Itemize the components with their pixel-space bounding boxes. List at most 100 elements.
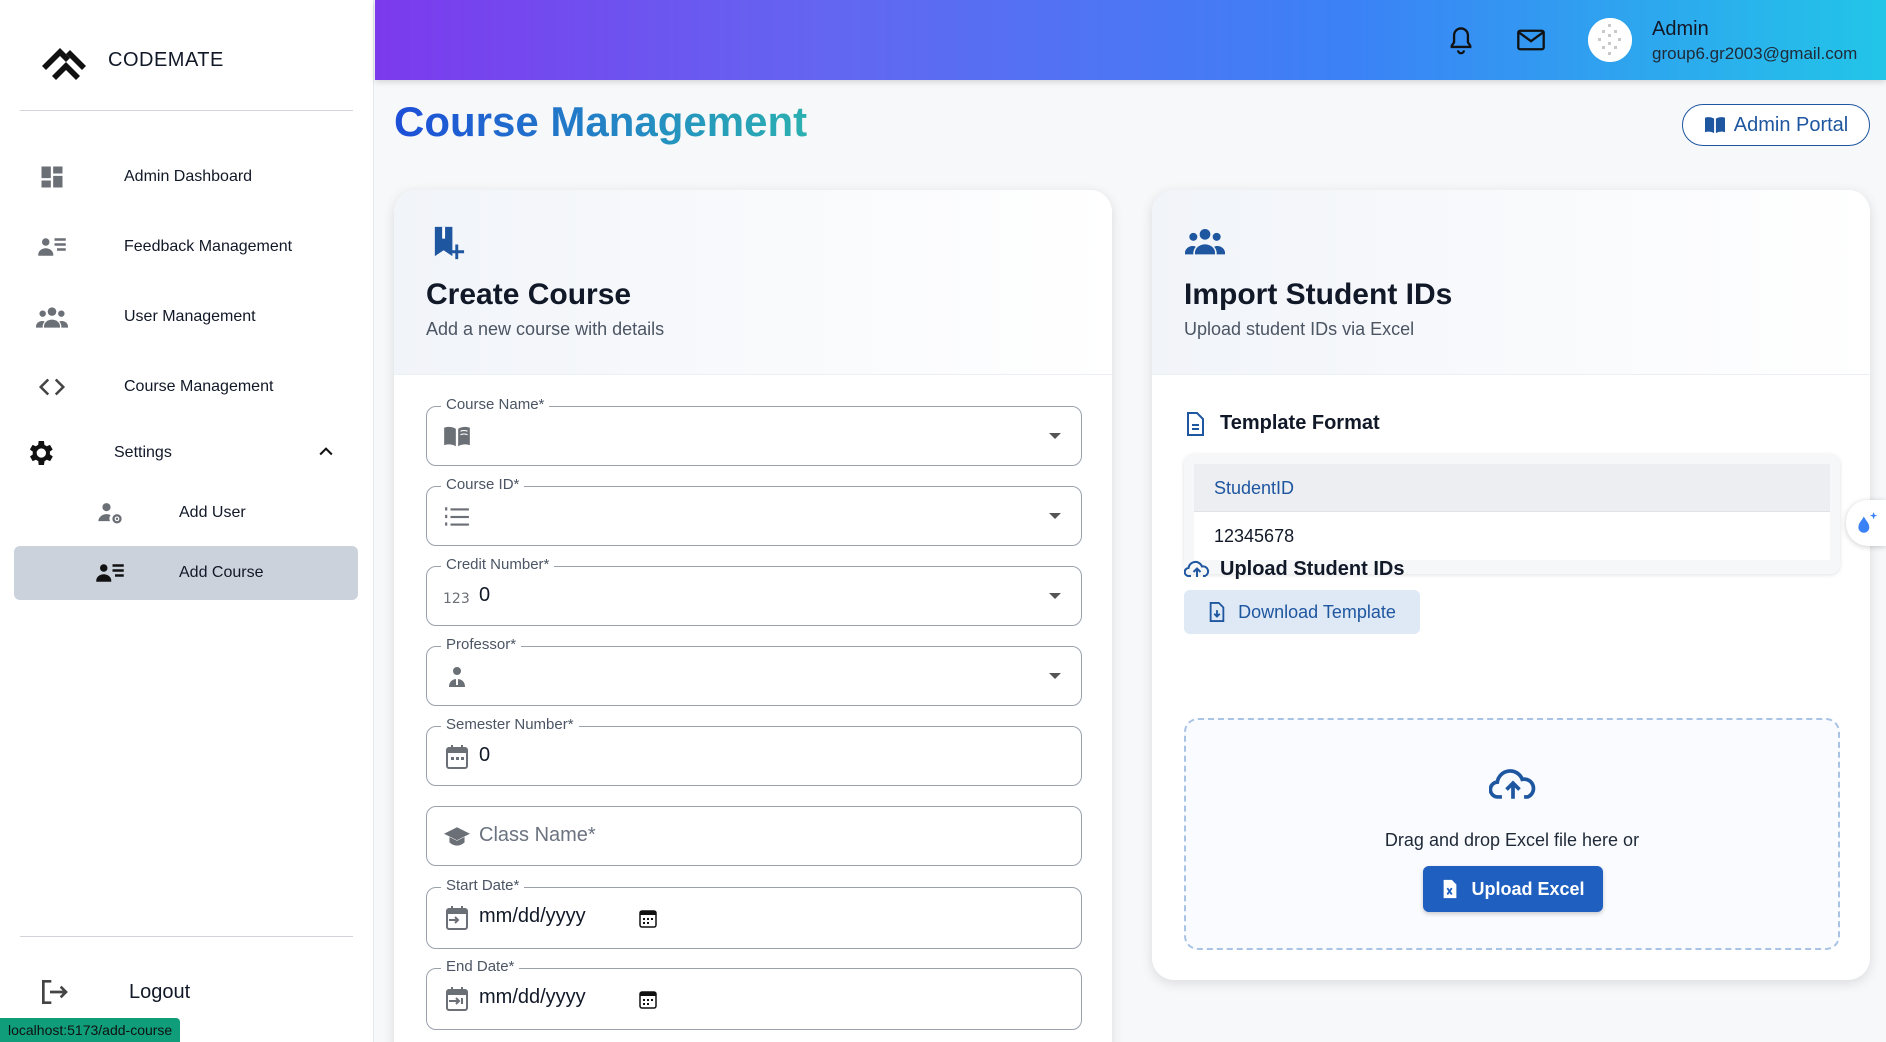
import-students-card: Import Student IDs Upload student IDs vi…: [1152, 190, 1870, 980]
field-label: Course Name*: [441, 396, 550, 413]
menu-book-icon: [443, 423, 471, 451]
sidebar-item-label: User Management: [124, 308, 256, 325]
professor-select[interactable]: Professor*: [426, 636, 1082, 706]
class-name-input[interactable]: Class Name*: [426, 806, 1082, 866]
template-table: StudentID 12345678: [1184, 454, 1840, 574]
field-label: Semester Number*: [441, 716, 579, 733]
excel-file-icon: [1444, 879, 1457, 899]
book-icon: [1704, 117, 1725, 134]
sidebar-item-label: Admin Dashboard: [124, 168, 253, 185]
chevron-up-icon[interactable]: [316, 442, 336, 462]
start-date-input[interactable]: Start Date* mm/dd/yyyy: [426, 877, 1082, 949]
field-label: Start Date*: [441, 877, 525, 894]
field-value: mm/dd/yyyy: [479, 905, 586, 927]
feedback-list-icon: [36, 231, 68, 263]
field-label: Credit Number*: [441, 556, 555, 573]
import-students-header: Import Student IDs Upload student IDs vi…: [1152, 190, 1870, 375]
admin-portal-button[interactable]: Admin Portal: [1682, 104, 1870, 146]
excel-dropzone[interactable]: Drag and drop Excel file here or Upload …: [1184, 718, 1840, 950]
sidebar: CODEMATE Admin Dashboard Feedback Manage…: [0, 0, 374, 1042]
admin-portal-label: Admin Portal: [1733, 113, 1849, 136]
topbar: Admin group6.gr2003@gmail.com: [375, 0, 1886, 80]
table-cell: 12345678: [1214, 526, 1295, 546]
bookmark-add-icon: [430, 224, 466, 267]
logout-button[interactable]: Logout: [14, 962, 358, 1022]
table-row: 12345678: [1194, 512, 1830, 560]
numbered-list-icon: [443, 503, 471, 531]
sidebar-item-feedback-management[interactable]: Feedback Management: [14, 220, 358, 274]
page-title: Course Management: [394, 98, 808, 145]
sidebar-item-add-user[interactable]: Add User: [14, 486, 358, 540]
sidebar-item-course-management[interactable]: Course Management: [14, 360, 358, 414]
template-table-header: StudentID: [1194, 464, 1830, 512]
sidebar-item-admin-dashboard[interactable]: Admin Dashboard: [14, 150, 358, 204]
credit-number-select[interactable]: Credit Number* 123 0: [426, 556, 1082, 626]
sidebar-item-user-management[interactable]: User Management: [14, 290, 358, 344]
sidebar-item-label: Course Management: [124, 378, 274, 395]
sidebar-item-label: Settings: [114, 444, 172, 461]
column-header: StudentID: [1214, 478, 1295, 498]
field-label: Professor*: [441, 636, 522, 653]
avatar[interactable]: [1588, 18, 1632, 62]
logout-icon: [38, 976, 70, 1008]
create-course-title: Create Course: [426, 278, 632, 311]
logout-label: Logout: [129, 980, 191, 1003]
sidebar-divider: [20, 936, 353, 937]
user-settings-icon: [94, 497, 126, 529]
calendar-start-icon: [443, 904, 471, 932]
cloud-upload-icon: [1488, 764, 1537, 809]
numbers-123-icon: 123: [443, 583, 471, 611]
feedback-list-icon: [94, 557, 126, 589]
dropdown-arrow-icon[interactable]: [1049, 673, 1061, 679]
field-value: 0: [479, 744, 491, 766]
create-course-subtitle: Add a new course with details: [426, 319, 665, 339]
app-root: CODEMATE Admin Dashboard Feedback Manage…: [0, 0, 1886, 1042]
sidebar-item-settings[interactable]: Settings: [14, 426, 358, 480]
field-value: mm/dd/yyyy: [479, 986, 586, 1008]
download-template-button[interactable]: Download Template: [1184, 590, 1420, 634]
file-download-icon: [1209, 602, 1225, 622]
dropdown-arrow-icon[interactable]: [1049, 513, 1061, 519]
group-icon: [36, 301, 68, 333]
date-picker-icon[interactable]: [639, 989, 657, 1009]
brand[interactable]: CODEMATE: [36, 36, 224, 84]
field-label: End Date*: [441, 958, 520, 975]
calendar-icon: [443, 743, 471, 771]
field-value: 0: [479, 584, 491, 606]
create-course-card: Create Course Add a new course with deta…: [394, 190, 1112, 1042]
end-date-input[interactable]: End Date* mm/dd/yyyy: [426, 958, 1082, 1030]
template-format-title: Template Format: [1220, 412, 1380, 434]
field-placeholder: Class Name*: [479, 824, 596, 846]
mail-icon[interactable]: [1515, 24, 1547, 56]
field-label: Course ID*: [441, 476, 525, 493]
group-icon: [1184, 226, 1226, 261]
codemate-logo-icon: [42, 48, 86, 80]
professor-icon: [443, 663, 471, 691]
brand-name: CODEMATE: [108, 48, 224, 71]
sidebar-item-add-course[interactable]: Add Course: [14, 546, 358, 600]
course-name-select[interactable]: Course Name*: [426, 396, 1082, 466]
dropdown-arrow-icon[interactable]: [1049, 593, 1061, 599]
download-template-label: Download Template: [1238, 601, 1396, 622]
user-email: group6.gr2003@gmail.com: [1652, 44, 1858, 63]
import-students-subtitle: Upload student IDs via Excel: [1184, 319, 1415, 339]
calendar-end-icon: [443, 985, 471, 1013]
sidebar-item-label: Feedback Management: [124, 238, 293, 255]
date-picker-icon[interactable]: [639, 908, 657, 928]
graduation-cap-icon: [443, 823, 471, 851]
sparkle-drop-icon: [1858, 512, 1878, 533]
cloud-upload-icon: [1183, 558, 1210, 585]
code-icon: [36, 371, 68, 403]
svg-text:123: 123: [443, 591, 470, 607]
upload-excel-button[interactable]: Upload Excel: [1423, 866, 1603, 912]
document-icon: [1184, 412, 1206, 441]
sidebar-item-label: Add Course: [179, 564, 264, 581]
status-url: localhost:5173/add-course: [0, 1018, 181, 1042]
user-name: Admin: [1652, 18, 1709, 40]
dropdown-arrow-icon[interactable]: [1049, 433, 1061, 439]
bell-icon[interactable]: [1445, 24, 1477, 56]
floating-assistant-button[interactable]: [1846, 500, 1886, 546]
upload-student-ids-title: Upload Student IDs: [1220, 558, 1405, 580]
semester-number-input[interactable]: Semester Number* 0: [426, 716, 1082, 786]
course-id-select[interactable]: Course ID*: [426, 476, 1082, 546]
